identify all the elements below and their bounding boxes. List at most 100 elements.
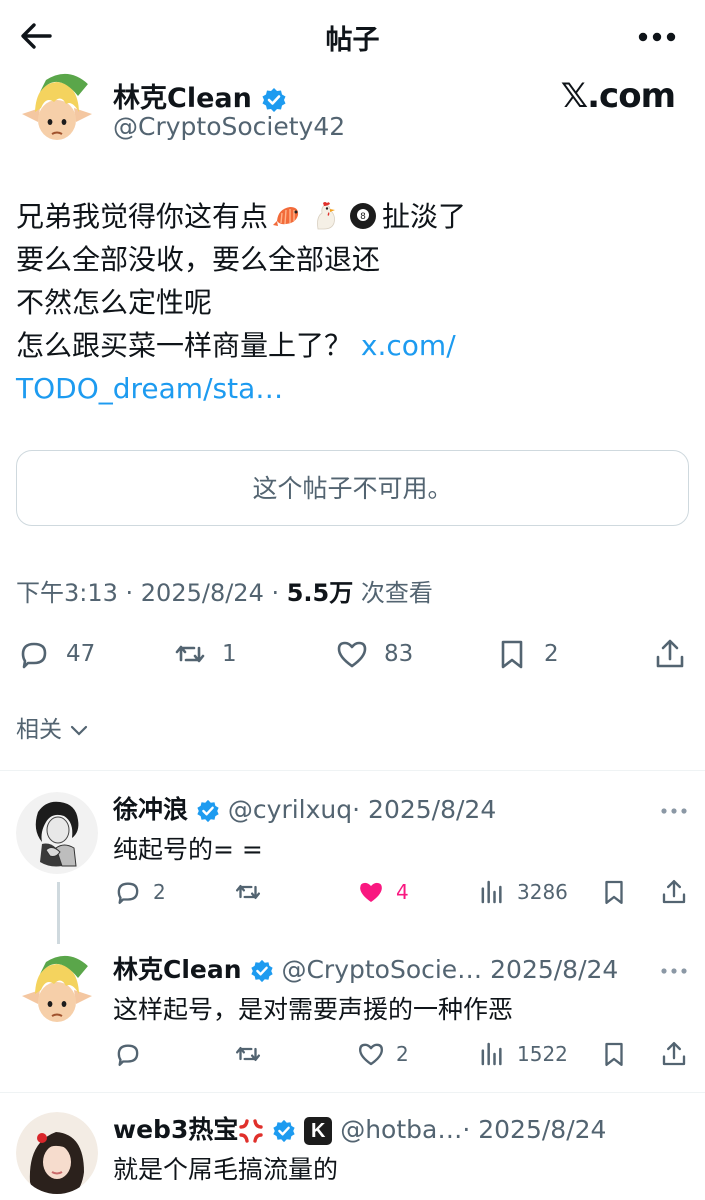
repost-button[interactable]: 1 bbox=[172, 630, 237, 678]
bookmark-button[interactable] bbox=[599, 874, 639, 910]
chicken-emoji bbox=[317, 202, 336, 230]
verified-badge-icon bbox=[197, 799, 219, 823]
post-text-line1-end: 扯淡了 bbox=[382, 200, 467, 233]
view-count-label: 次查看 bbox=[353, 579, 433, 607]
sketch-portrait-avatar bbox=[16, 792, 98, 874]
repost-icon bbox=[236, 885, 260, 899]
author-avatar[interactable] bbox=[16, 70, 98, 152]
billiard-8-ball-emoji: 8 bbox=[350, 203, 377, 229]
post-text-line1-start: 兄弟我觉得你这有点 bbox=[16, 200, 269, 233]
unavailable-quote-card: 这个帖子不可用。 bbox=[16, 450, 689, 526]
view-count: 5.5万 bbox=[286, 579, 354, 607]
reply-more-button[interactable] bbox=[660, 960, 688, 974]
share-icon bbox=[662, 1042, 686, 1066]
reply-author-name[interactable]: 林克Clean bbox=[113, 955, 242, 984]
more-horizontal-icon bbox=[661, 808, 687, 814]
reply-author-handle[interactable]: @hotba… bbox=[340, 1115, 462, 1144]
views-button[interactable]: 3286 bbox=[477, 874, 568, 910]
reply-action-bar: 2 4 3286 bbox=[113, 874, 689, 910]
profile-photo-avatar bbox=[16, 1112, 98, 1194]
link-character-avatar bbox=[16, 70, 98, 152]
more-options-button[interactable] bbox=[637, 28, 677, 42]
heart-icon bbox=[359, 1043, 383, 1066]
bookmark-count: 2 bbox=[544, 641, 559, 667]
svg-text:8: 8 bbox=[360, 212, 366, 222]
view-count: 1522 bbox=[517, 1042, 568, 1066]
repost-button[interactable] bbox=[233, 1036, 273, 1072]
reply-author-handle[interactable]: @CryptoSocie… bbox=[281, 955, 482, 984]
reply-date[interactable]: · 2025/8/24 bbox=[462, 1115, 606, 1144]
reply-text: 这样起号，是对需要声援的一种作恶 bbox=[113, 995, 514, 1024]
like-button[interactable]: 83 bbox=[334, 630, 413, 678]
post-text-line2: 要么全部没收，要么全部退还 bbox=[16, 243, 381, 276]
reply-avatar[interactable] bbox=[16, 952, 98, 1034]
reply-avatar[interactable] bbox=[16, 1112, 98, 1194]
repost-icon bbox=[175, 645, 205, 663]
anger-emoji bbox=[239, 1119, 264, 1143]
post-text-line4: 怎么跟买菜一样商量上了？ bbox=[16, 329, 353, 362]
repost-icon bbox=[236, 1047, 260, 1061]
bookmark-button[interactable]: 2 bbox=[494, 630, 559, 678]
reply-header: 林克Clean @CryptoSocie… 2025/8/24 bbox=[113, 950, 618, 986]
thread-connector-line bbox=[57, 882, 60, 944]
bookmark-icon bbox=[605, 1042, 623, 1066]
reply-button[interactable]: 2 bbox=[113, 874, 166, 910]
bookmark-button[interactable] bbox=[599, 1036, 639, 1072]
author-name-row[interactable]: 林克Clean bbox=[113, 76, 287, 115]
share-button[interactable] bbox=[659, 874, 699, 910]
like-button[interactable]: 2 bbox=[356, 1036, 409, 1072]
views-button[interactable]: 1522 bbox=[477, 1036, 568, 1072]
x-brand-logo: 𝕏.com bbox=[560, 76, 676, 116]
affiliate-badge: K bbox=[304, 1117, 333, 1145]
heart-icon bbox=[337, 641, 367, 668]
reply-action-bar: 2 1522 bbox=[113, 1036, 689, 1072]
reply-bubble-icon bbox=[117, 882, 139, 904]
share-icon bbox=[662, 880, 686, 904]
view-count: 3286 bbox=[517, 880, 568, 904]
divider bbox=[0, 1092, 705, 1093]
heart-filled-icon bbox=[360, 882, 382, 902]
link-character-avatar bbox=[16, 952, 98, 1034]
analytics-bar-icon bbox=[481, 1042, 502, 1066]
reply-date[interactable]: · 2025/8/24 bbox=[352, 795, 496, 824]
post-action-bar: 47 1 83 2 bbox=[16, 630, 689, 678]
post-meta: 下午3:13 · 2025/8/24 · 5.5万 次查看 bbox=[16, 573, 433, 608]
author-handle[interactable]: @CryptoSociety42 bbox=[113, 112, 345, 141]
verified-badge-icon bbox=[250, 959, 273, 983]
post-link-continuation[interactable]: TODO_dream/sta… bbox=[16, 367, 696, 410]
reply-bubble-icon bbox=[117, 1044, 139, 1066]
like-count: 83 bbox=[384, 641, 414, 667]
bookmark-icon bbox=[501, 640, 523, 669]
more-horizontal-icon bbox=[638, 32, 676, 42]
repost-count: 1 bbox=[222, 641, 237, 667]
post-timestamp[interactable]: 下午3:13 · 2025/8/24 · bbox=[16, 579, 287, 607]
verified-badge-icon bbox=[262, 87, 286, 112]
author-name[interactable]: 林克Clean bbox=[113, 83, 252, 114]
reply-author-name[interactable]: web3热宝 bbox=[113, 1115, 238, 1144]
shrimp-emoji bbox=[273, 207, 299, 226]
reply-header: web3热宝 K @hotba…· 2025/8/24 bbox=[113, 1110, 606, 1146]
more-horizontal-icon bbox=[661, 968, 687, 974]
reply-bubble-icon bbox=[21, 642, 47, 669]
repost-button[interactable] bbox=[233, 874, 273, 910]
reply-avatar[interactable] bbox=[16, 792, 98, 874]
reply-text: 纯起号的= = bbox=[113, 835, 263, 864]
reply-more-button[interactable] bbox=[660, 800, 688, 814]
like-button[interactable]: 4 bbox=[356, 874, 409, 910]
reply-author-handle[interactable]: @cyrilxuq bbox=[228, 795, 352, 824]
related-sort-button[interactable]: 相关 bbox=[16, 710, 89, 744]
post-link[interactable]: x.com/ bbox=[361, 329, 456, 362]
reply-date[interactable]: 2025/8/24 bbox=[482, 955, 618, 984]
verified-badge-icon bbox=[273, 1119, 295, 1143]
share-button[interactable] bbox=[659, 1036, 699, 1072]
page-title: 帖子 bbox=[325, 25, 380, 56]
reply-button[interactable] bbox=[113, 1036, 153, 1072]
share-icon bbox=[656, 639, 684, 668]
reply-button[interactable]: 47 bbox=[16, 630, 95, 678]
related-label: 相关 bbox=[16, 717, 62, 743]
reply-author-name[interactable]: 徐冲浪 bbox=[113, 795, 188, 824]
share-button[interactable] bbox=[652, 630, 702, 678]
post-text: 兄弟我觉得你这有点 8 扯淡了 要么全部没收，要么全部退还 不然怎么定性呢 怎么… bbox=[16, 195, 696, 410]
reply-count: 47 bbox=[66, 641, 96, 667]
like-count: 4 bbox=[396, 880, 409, 904]
